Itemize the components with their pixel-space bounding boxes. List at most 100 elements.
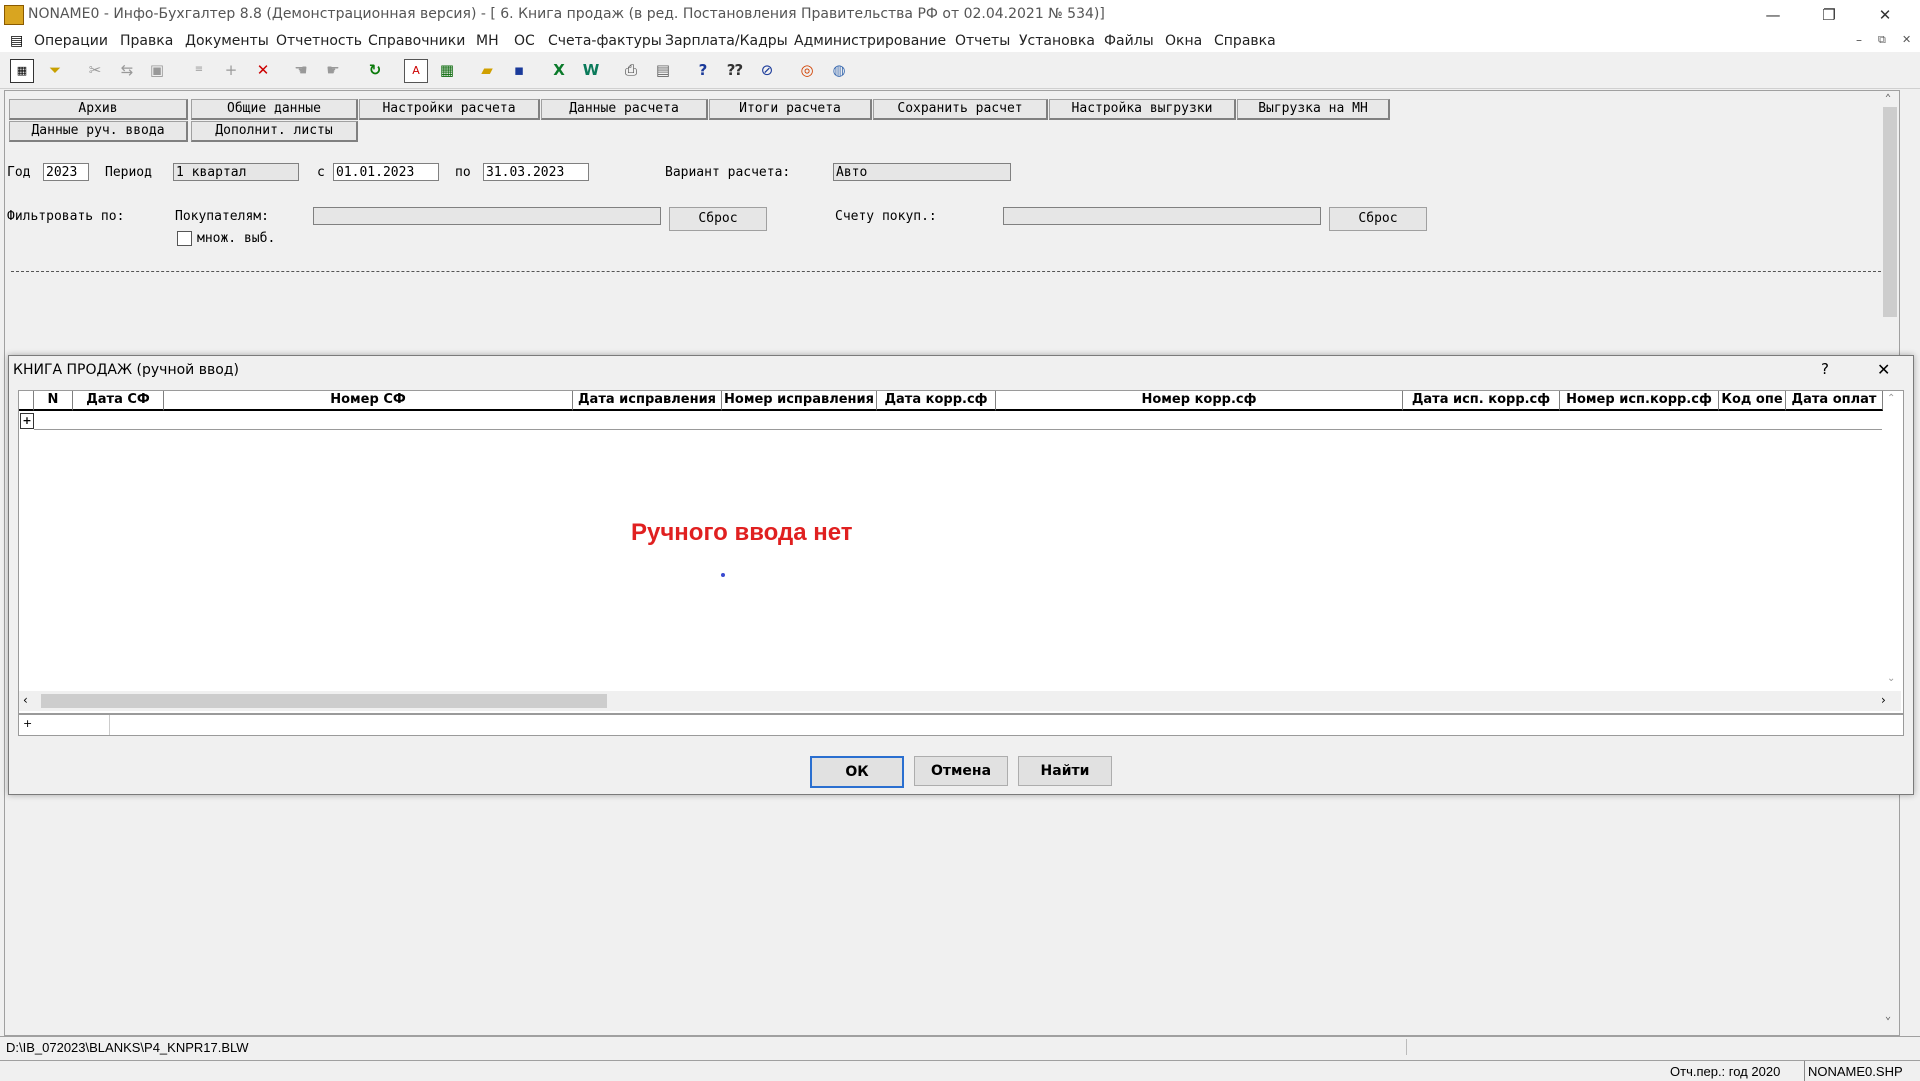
manual-entry-dialog: КНИГА ПРОДАЖ (ручной ввод) ? ✕ N Дата СФ… [8,355,1914,795]
account-label: Счету покуп.: [835,209,937,224]
calc-icon[interactable]: ≡ [188,59,210,81]
preview-icon[interactable]: ▤ [652,59,674,81]
grid-scroll-right-icon[interactable]: › [1881,693,1886,707]
status-file: NONAME0.SHP [1808,1064,1903,1079]
sales-book-grid[interactable]: N Дата СФ Номер СФ Дата исправления Номе… [18,390,1904,714]
year-field[interactable]: 2023 [43,163,89,181]
tab-save-calc[interactable]: Сохранить расчет [873,99,1048,120]
cancel-button[interactable]: Отмена [914,756,1008,786]
multi-select-checkbox[interactable] [177,231,192,246]
col-corr-correction-number[interactable]: Номер исп.корр.сф [1560,391,1719,411]
support-icon[interactable]: ◎ [796,59,818,81]
add-row-button[interactable]: + [20,413,34,429]
context-help-icon[interactable]: ⁇ [724,59,746,81]
dialog-help-button[interactable]: ? [1821,360,1829,378]
menu-operations[interactable]: Операции [34,33,108,49]
tab-export-mn[interactable]: Выгрузка на МН [1237,99,1390,120]
dialog-close-button[interactable]: ✕ [1877,360,1890,379]
grid-scroll-down-icon[interactable]: ⌄ [1887,673,1895,684]
menu-reports[interactable]: Отчеты [955,33,1010,49]
open-folder-icon[interactable]: ▰ [476,59,498,81]
word-icon[interactable]: W [580,59,602,81]
hand-stop-icon[interactable]: ☛ [322,59,344,81]
col-correction-number[interactable]: Номер исправления [722,391,877,411]
grid-vertical-scrollbar[interactable]: ⌃ ⌄ [1883,391,1901,691]
date-to-field[interactable]: 31.03.2023 [483,163,589,181]
delete-icon[interactable]: ✕ [252,59,274,81]
variant-field[interactable]: Авто [833,163,1011,181]
compass-icon[interactable]: ⊘ [756,59,778,81]
menu-salary[interactable]: Зарплата/Кадры [665,33,788,49]
tab-calc-results[interactable]: Итоги расчета [709,99,872,120]
menu-reporting[interactable]: Отчетность [276,33,362,49]
scroll-up-icon[interactable]: ⌃ [1885,93,1891,104]
menu-edit[interactable]: Правка [120,33,173,49]
move-icon[interactable]: ⇆ [116,59,138,81]
tab-archive[interactable]: Архив [9,99,188,120]
cut-icon[interactable]: ✂ [84,59,106,81]
menu-administration[interactable]: Администрирование [794,33,946,49]
pdf-icon[interactable]: A [404,59,428,83]
menu-files[interactable]: Файлы [1104,33,1154,49]
find-button[interactable]: Найти [1018,756,1112,786]
hand-icon[interactable]: ☚ [290,59,312,81]
paste-icon[interactable]: ▣ [146,59,168,81]
date-from-field[interactable]: 01.01.2023 [333,163,439,181]
menu-help[interactable]: Справка [1214,33,1276,49]
save-icon[interactable]: ▪ [508,59,530,81]
menu-references[interactable]: Справочники [368,33,465,49]
menu-windows[interactable]: Окна [1165,33,1202,49]
to-label: по [455,165,471,180]
minimize-button[interactable]: — [1750,0,1796,30]
menu-invoices[interactable]: Счета-фактуры [548,33,662,49]
filter-icon[interactable]: ⏷ [44,59,66,81]
tab-manual-data[interactable]: Данные руч. ввода [9,121,188,142]
spreadsheet-icon[interactable]: ▦ [436,59,458,81]
mdi-minimize-button[interactable]: – [1856,33,1862,47]
col-n[interactable]: N [34,391,73,411]
help-icon[interactable]: ? [692,59,714,81]
mdi-doc-icon[interactable]: ▤ [10,33,23,49]
col-corr-correction-date[interactable]: Дата исп. корр.сф [1403,391,1560,411]
buyers-field[interactable] [313,207,661,225]
menu-os[interactable]: ОС [514,33,535,49]
mdi-restore-button[interactable]: ⧉ [1878,33,1886,47]
ok-button[interactable]: ОК [810,756,904,788]
menu-mn[interactable]: МН [476,33,499,49]
scroll-thumb[interactable] [1883,107,1897,317]
excel-icon[interactable]: X [548,59,570,81]
tab-calc-data[interactable]: Данные расчета [541,99,708,120]
col-op-code[interactable]: Код опе [1719,391,1786,411]
print-icon[interactable]: ⎙ [620,59,642,81]
close-button[interactable]: ✕ [1862,0,1908,30]
reset-buyers-button[interactable]: Сброс [669,207,767,231]
calculator-grid-icon[interactable]: ▦ [10,59,34,83]
app-icon[interactable] [4,5,24,25]
mdi-close-button[interactable]: ✕ [1902,33,1911,46]
grid-horizontal-scrollbar[interactable]: ‹ › [19,691,1901,711]
col-payment-date[interactable]: Дата оплат [1786,391,1883,411]
restore-button[interactable]: ❐ [1806,0,1852,30]
account-field[interactable] [1003,207,1321,225]
toolbar: ▦ ⏷ ✂ ⇆ ▣ ≡ + ✕ ☚ ☛ ↻ A ▦ ▰ ▪ X W ⎙ ▤ ? … [0,54,1920,89]
refresh-icon[interactable]: ↻ [364,59,386,81]
menu-documents[interactable]: Документы [185,33,269,49]
tab-general[interactable]: Общие данные [191,99,358,120]
menu-settings[interactable]: Установка [1019,33,1095,49]
reset-account-button[interactable]: Сброс [1329,207,1427,231]
col-corr-invoice-date[interactable]: Дата корр.сф [877,391,996,411]
col-invoice-date[interactable]: Дата СФ [73,391,164,411]
col-corr-invoice-number[interactable]: Номер корр.сф [996,391,1403,411]
col-correction-date[interactable]: Дата исправления [573,391,722,411]
add-icon[interactable]: + [220,59,242,81]
grid-scroll-left-icon[interactable]: ‹ [23,693,28,707]
grid-hscroll-thumb[interactable] [41,694,607,708]
scroll-down-icon[interactable]: ⌄ [1885,1011,1891,1022]
col-invoice-number[interactable]: Номер СФ [164,391,573,411]
globe-icon[interactable]: ◍ [828,59,850,81]
period-field[interactable]: 1 квартал [173,163,299,181]
tab-extra-sheets[interactable]: Дополнит. листы [191,121,358,142]
grid-scroll-up-icon[interactable]: ⌃ [1887,393,1895,404]
tab-export-settings[interactable]: Настройка выгрузки [1049,99,1236,120]
tab-calc-settings[interactable]: Настройки расчета [359,99,540,120]
